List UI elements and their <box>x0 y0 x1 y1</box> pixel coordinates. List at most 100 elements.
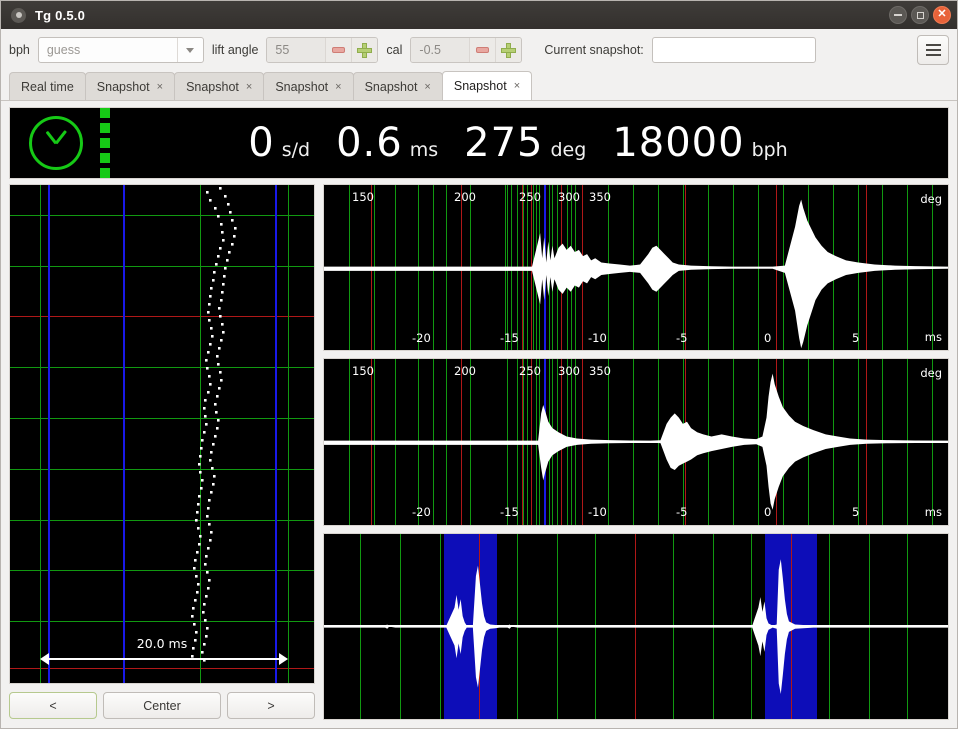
ms-tick--10: -10 <box>588 330 607 345</box>
tab-snapshot-1[interactable]: Snapshot × <box>84 72 176 100</box>
readout-bar: 0 s/d 0.6 ms 275 deg 18000 bph <box>9 107 949 179</box>
next-button[interactable]: > <box>227 692 315 719</box>
tic-waveform-chart[interactable]: 150 200 250 300 350 deg -20 -15 -10 -5 0… <box>323 184 949 352</box>
deg-tick-300: 300 <box>558 364 580 379</box>
chevron-down-icon[interactable] <box>176 38 203 62</box>
ms-tick-0: 0 <box>764 505 772 520</box>
tab-label: Snapshot <box>453 79 507 93</box>
beat-error-readout: 0.6 ms <box>336 123 438 163</box>
deg-tick-300: 300 <box>558 190 580 204</box>
beat-error-value: 0.6 <box>336 120 403 166</box>
amplitude-value: 275 <box>464 120 544 166</box>
graphs-area: 20.0 ms < Center > 150 200 250 300 350 d… <box>9 184 949 721</box>
previous-button[interactable]: < <box>9 692 97 719</box>
ms-tick--20: -20 <box>412 330 431 345</box>
window-title: Tg 0.5.0 <box>35 7 86 23</box>
tab-real-time[interactable]: Real time <box>9 72 86 100</box>
paperstrip-controls: < Center > <box>9 684 315 720</box>
ms-tick--20: -20 <box>412 505 431 520</box>
lift-angle-stepper[interactable]: 55 <box>266 37 379 63</box>
cal-minus-button[interactable] <box>469 38 496 62</box>
maximize-icon[interactable] <box>911 6 929 24</box>
deg-axis-unit: deg <box>920 366 942 381</box>
double-arrow-icon <box>40 649 288 669</box>
signal-strength-icon <box>100 108 112 178</box>
app-window: Tg 0.5.0 ✕ bph guess lift angle 55 cal -… <box>0 0 958 729</box>
bph-unit: bph <box>751 139 788 161</box>
tab-snapshot-5[interactable]: Snapshot × <box>441 71 533 100</box>
waveform-column: 150 200 250 300 350 deg -20 -15 -10 -5 0… <box>323 184 949 721</box>
deg-tick-250: 250 <box>519 364 541 379</box>
ms-tick-5: 5 <box>852 505 860 520</box>
ms-tick-5: 5 <box>852 330 860 345</box>
bph-value: 18000 <box>612 120 745 166</box>
ms-tick--5: -5 <box>676 330 688 345</box>
deg-tick-200: 200 <box>454 190 476 204</box>
deg-tick-250: 250 <box>519 190 541 204</box>
beat-error-unit: ms <box>409 139 439 161</box>
paperstrip-column: 20.0 ms < Center > <box>9 184 315 720</box>
lift-angle-plus-button[interactable] <box>351 38 378 62</box>
tab-label: Snapshot <box>364 79 418 94</box>
minus-icon <box>332 47 346 53</box>
tab-close-icon[interactable]: × <box>157 81 163 93</box>
lift-angle-label: lift angle <box>211 43 259 57</box>
current-snapshot-label: Current snapshot: <box>544 43 644 57</box>
cal-stepper[interactable]: -0.5 <box>410 37 523 63</box>
cal-label: cal <box>386 43 403 57</box>
bph-label: bph <box>9 43 30 57</box>
amplitude-readout: 275 deg <box>464 123 586 163</box>
minimize-icon[interactable] <box>889 6 907 24</box>
tab-close-icon[interactable]: × <box>246 81 252 93</box>
tab-label: Snapshot <box>186 79 239 94</box>
deg-tick-350: 350 <box>589 364 611 379</box>
deg-tick-150: 150 <box>352 190 374 204</box>
readout-values: 0 s/d 0.6 ms 275 deg 18000 bph <box>112 123 948 163</box>
toc-waveform-chart[interactable]: 150 200 250 300 350 deg -20 -15 -10 -5 0… <box>323 358 949 526</box>
tab-snapshot-2[interactable]: Snapshot × <box>174 72 265 100</box>
deg-tick-200: 200 <box>454 364 476 379</box>
center-button[interactable]: Center <box>103 692 221 719</box>
deg-tick-150: 150 <box>352 364 374 379</box>
beat-trace <box>191 187 237 662</box>
ms-axis-unit: ms <box>924 330 942 345</box>
deg-tick-350: 350 <box>589 190 611 204</box>
amplitude-unit: deg <box>550 139 587 161</box>
ms-tick--15: -15 <box>500 505 519 520</box>
tab-label: Snapshot <box>96 79 150 94</box>
lift-angle-minus-button[interactable] <box>325 38 352 62</box>
ms-tick--15: -15 <box>500 330 519 345</box>
bph-readout: 18000 bph <box>612 123 787 163</box>
clock-icon <box>26 113 86 173</box>
rate-readout: 0 s/d <box>248 123 310 163</box>
ms-tick--10: -10 <box>588 505 607 520</box>
tab-label: Snapshot <box>275 79 329 94</box>
microphone-icon <box>11 7 26 23</box>
bph-combobox[interactable]: guess <box>37 37 204 63</box>
tab-close-icon[interactable]: × <box>514 80 520 92</box>
rate-value: 0 <box>248 120 275 166</box>
plus-icon <box>501 42 517 58</box>
tab-snapshot-4[interactable]: Snapshot × <box>352 72 443 100</box>
tab-close-icon[interactable]: × <box>335 81 341 93</box>
minus-icon <box>476 47 490 53</box>
tab-bar: Real time Snapshot × Snapshot × Snapshot… <box>1 71 957 101</box>
beat-overview-chart[interactable] <box>323 532 949 721</box>
ms-tick--5: -5 <box>676 505 688 520</box>
cal-value[interactable]: -0.5 <box>411 38 470 62</box>
tab-close-icon[interactable]: × <box>424 81 430 93</box>
deg-axis-unit: deg <box>920 192 942 206</box>
hamburger-menu-icon[interactable] <box>917 35 949 65</box>
tab-snapshot-3[interactable]: Snapshot × <box>263 72 354 100</box>
toolbar: bph guess lift angle 55 cal -0.5 Current… <box>1 29 957 71</box>
lift-angle-value[interactable]: 55 <box>267 38 326 62</box>
current-snapshot-input[interactable] <box>651 37 816 63</box>
title-bar: Tg 0.5.0 ✕ <box>1 1 957 29</box>
window-controls: ✕ <box>889 6 951 24</box>
paperstrip-chart[interactable]: 20.0 ms <box>9 184 315 684</box>
rate-unit: s/d <box>281 139 311 161</box>
cal-plus-button[interactable] <box>495 38 522 62</box>
ms-axis-unit: ms <box>924 504 942 519</box>
tab-label: Real time <box>21 79 74 94</box>
close-icon[interactable]: ✕ <box>933 6 951 24</box>
